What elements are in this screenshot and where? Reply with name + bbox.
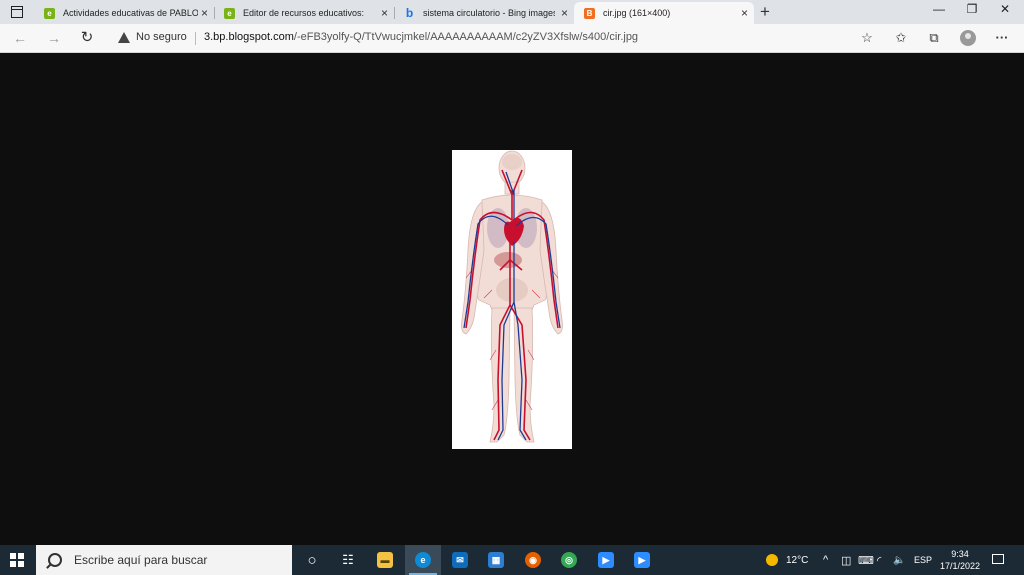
tab-actividades[interactable]: e Actividades educativas de PABLO × [34,2,214,24]
store-icon: ▦ [488,552,504,568]
windows-start-icon[interactable] [10,553,24,567]
store-button[interactable]: ▦ [478,545,514,575]
tab-strip: e Actividades educativas de PABLO × e Ed… [0,0,1024,24]
chrome-icon: ◎ [561,552,577,568]
clock-time: 9:34 [951,549,969,559]
search-icon [48,553,62,567]
task-view-icon: ○ [307,551,317,569]
tab-title: Actividades educativas de PABLO [63,8,198,18]
refresh-button[interactable]: ↻ [77,29,97,47]
widgets-icon: ☷ [342,552,354,567]
settings-more-icon[interactable]: ··· [991,29,1013,47]
widgets-button[interactable]: ☷ [330,545,366,575]
network-status[interactable]: ◫ [841,545,851,575]
tab-close-icon[interactable]: × [201,6,208,20]
language-indicator[interactable]: ESP [914,545,932,575]
address-separator [195,32,196,45]
firefox-button[interactable]: ◉ [515,545,551,575]
security-label: No seguro [136,31,187,43]
mail-button[interactable]: ✉ [442,545,478,575]
edge-taskbar-button[interactable]: e [405,545,441,575]
chevron-up-icon: ^ [823,554,829,566]
tab-close-icon[interactable]: × [741,6,748,20]
wifi-icon: ◜ [877,554,882,567]
tab-title: cir.jpg (161×400) [603,8,671,18]
navigation-bar: ← → ↻ No seguro 3.bp.blogspot.com/-eFB3y… [0,24,1024,53]
maximize-button[interactable]: ❐ [957,2,987,16]
sun-icon [766,554,778,566]
zoom-icon: ▶ [598,552,614,568]
url-host: 3.bp.blogspot.com [204,31,294,43]
weather-temp: 12°C [786,554,809,566]
taskbar-search-box[interactable]: Escribe aquí para buscar [36,545,292,575]
tab-cir-jpg[interactable]: B cir.jpg (161×400) × [574,2,754,24]
close-window-button[interactable]: ✕ [990,2,1020,16]
forward-button[interactable]: → [44,29,64,47]
volume-icon: 🔈 [893,554,906,566]
profile-button[interactable] [957,29,979,47]
folder-icon: ▬ [377,552,393,568]
input-method[interactable]: ⌨ [858,545,874,575]
new-tab-button[interactable]: + [760,2,770,22]
notification-center-icon[interactable] [992,554,1004,564]
circulatory-system-image[interactable] [452,150,572,449]
edge-icon: e [415,552,431,568]
blogger-favicon-icon: B [584,7,595,19]
keyboard-icon: ⌨ [858,554,874,567]
tab-title: Editor de recursos educativos: [243,8,365,18]
back-button[interactable]: ← [10,29,30,47]
firefox-icon: ◉ [525,552,541,568]
minimize-button[interactable]: — [924,2,954,16]
image-viewer [0,53,1024,545]
tab-close-icon[interactable]: × [381,6,388,20]
avatar-icon [960,30,976,46]
system-clock[interactable]: 9:34 17/1/2022 [935,548,985,572]
clock-date: 17/1/2022 [939,561,981,571]
address-bar[interactable]: 3.bp.blogspot.com/-eFB3yolfy-Q/TtVwucjmk… [204,31,638,43]
language-label: ESP [914,555,933,565]
chrome-button[interactable]: ◎ [551,545,587,575]
zoom-meetings-button[interactable]: ▶ [624,545,660,575]
url-path: /-eFB3yolfy-Q/TtVwucjmkel/AAAAAAAAAAM/c2… [293,31,639,43]
zoom-button[interactable]: ▶ [588,545,624,575]
taskbar: Escribe aquí para buscar ○ ☷ ▬ e ✉ ▦ ◉ ◎… [0,545,1024,575]
collections-icon[interactable]: ⧉ [923,29,945,47]
site-security-indicator[interactable]: No seguro [118,31,187,43]
task-view-button[interactable]: ○ [294,545,330,575]
educaplay-favicon-icon: e [224,7,235,19]
favorites-icon[interactable]: ✩ [890,29,912,47]
volume-control[interactable]: 🔈 [893,545,905,575]
show-hidden-icons-button[interactable]: ^ [823,545,828,575]
warning-icon [118,31,130,43]
tab-actions-button[interactable] [5,4,29,20]
tab-title: sistema circulatorio - Bing images [423,8,555,18]
educaplay-favicon-icon: e [44,7,55,19]
human-circulatory-illustration [461,150,563,443]
wifi-status[interactable]: ◜ [877,545,881,575]
tab-close-icon[interactable]: × [561,6,568,20]
network-icon: ◫ [841,554,852,567]
tab-actions-icon [11,6,23,18]
file-explorer-button[interactable]: ▬ [367,545,403,575]
mail-icon: ✉ [452,552,468,568]
tab-bing[interactable]: b sistema circulatorio - Bing images × [394,2,574,24]
add-favorite-icon[interactable]: ☆ [856,29,878,47]
weather-widget[interactable]: 12°C [766,545,808,575]
zoom-meetings-icon: ▶ [634,552,650,568]
tab-editor[interactable]: e Editor de recursos educativos: × [214,2,394,24]
search-placeholder: Escribe aquí para buscar [74,553,208,567]
bing-favicon-icon: b [405,6,414,20]
